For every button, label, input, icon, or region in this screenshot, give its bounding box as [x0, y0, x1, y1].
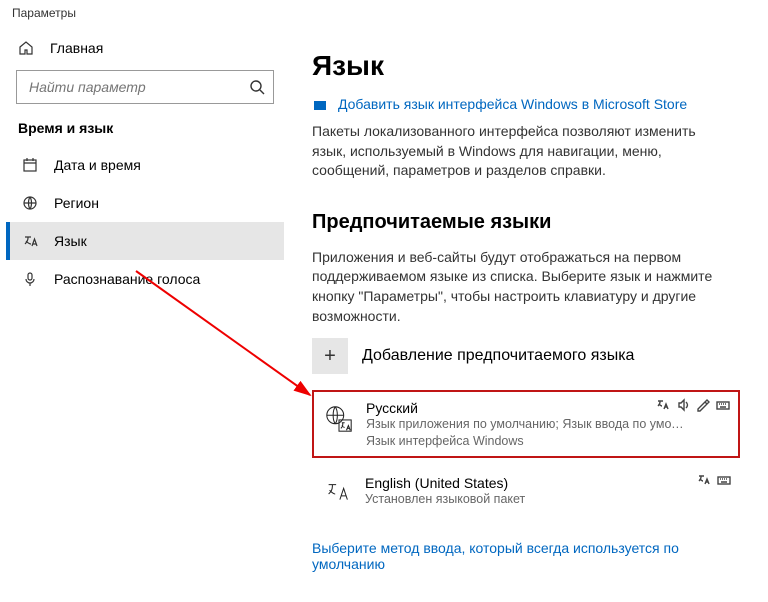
handwriting-icon: [696, 398, 710, 412]
language-feature-badges: [656, 398, 730, 412]
page-title: Язык: [312, 50, 740, 82]
sidebar-item-label: Распознавание голоса: [54, 271, 200, 287]
keyboard-icon: [716, 398, 730, 412]
main-content: Язык Добавить язык интерфейса Windows в …: [290, 32, 768, 602]
language-feature-badges: [697, 473, 731, 487]
language-item-english[interactable]: English (United States) Установлен языко…: [312, 466, 740, 518]
sidebar-item-label: Язык: [54, 233, 87, 249]
display-lang-icon: [697, 473, 711, 487]
add-language-button[interactable]: + Добавление предпочитаемого языка: [312, 334, 740, 378]
keyboard-icon: [717, 473, 731, 487]
window-title: Параметры: [0, 0, 768, 32]
plus-icon: +: [312, 338, 348, 374]
add-language-label: Добавление предпочитаемого языка: [362, 347, 634, 365]
display-lang-icon: [656, 398, 670, 412]
language-badge-icon: [324, 404, 354, 434]
preferred-desc: Приложения и веб-сайты будут отображатьс…: [312, 248, 732, 326]
sidebar-item-speech[interactable]: Распознавание голоса: [6, 260, 284, 298]
preferred-heading: Предпочитаемые языки: [312, 211, 740, 234]
sidebar-home[interactable]: Главная: [6, 32, 284, 64]
sidebar-section-title: Время и язык: [6, 120, 284, 146]
sidebar-item-language[interactable]: Язык: [6, 222, 284, 260]
search-input-wrap[interactable]: [16, 70, 274, 104]
language-sub: Установлен языковой пакет: [365, 491, 525, 509]
microphone-icon: [22, 271, 38, 287]
tts-icon: [676, 398, 690, 412]
language-name: Русский: [366, 400, 686, 416]
sidebar-item-region[interactable]: Регион: [6, 184, 284, 222]
language-sub: Язык приложения по умолчанию; Язык ввода…: [366, 416, 686, 434]
globe-icon: [22, 195, 38, 211]
sidebar-item-label: Регион: [54, 195, 99, 211]
sidebar: Главная Время и язык Дата и время Регион…: [0, 32, 290, 602]
home-icon: [18, 40, 34, 56]
search-icon: [249, 79, 265, 95]
sidebar-item-date-time[interactable]: Дата и время: [6, 146, 284, 184]
sidebar-home-label: Главная: [50, 40, 103, 56]
store-link-label: Добавить язык интерфейса Windows в Micro…: [338, 96, 687, 112]
store-link[interactable]: Добавить язык интерфейса Windows в Micro…: [312, 96, 740, 112]
language-item-russian[interactable]: Русский Язык приложения по умолчанию; Яз…: [312, 390, 740, 458]
default-input-link[interactable]: Выберите метод ввода, который всегда исп…: [312, 540, 732, 572]
calendar-icon: [22, 157, 38, 173]
search-input[interactable]: [27, 78, 249, 96]
store-icon: [312, 96, 328, 112]
language-icon: [22, 233, 38, 249]
language-badge-icon: [323, 479, 353, 509]
intro-text: Пакеты локализованного интерфейса позвол…: [312, 122, 732, 181]
language-sub2: Язык интерфейса Windows: [366, 434, 686, 448]
language-name: English (United States): [365, 475, 525, 491]
sidebar-item-label: Дата и время: [54, 157, 141, 173]
